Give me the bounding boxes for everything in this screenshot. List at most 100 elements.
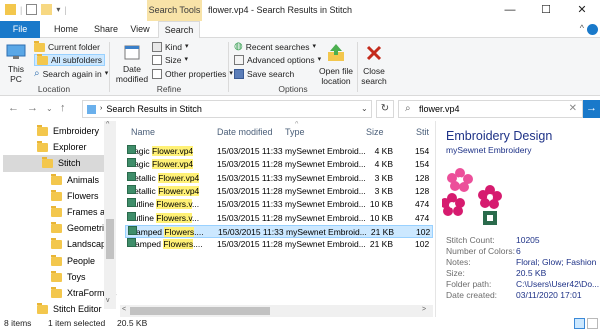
ribbon: This PC Current folder All subfolders ⌕ … [0, 38, 600, 96]
nav-item[interactable]: Stitch [3, 155, 104, 173]
file-stitches: 474 [415, 212, 430, 223]
tab-view[interactable]: View [126, 21, 154, 38]
table-row[interactable]: Magic Flower.vp4 15/03/2015 11:28 mySewnet… [125, 158, 433, 171]
detail-value[interactable]: 6 [516, 246, 521, 257]
embroidery-file-icon [127, 211, 136, 221]
details-view-icon[interactable] [574, 318, 585, 329]
minimize-icon[interactable]: — [492, 0, 528, 21]
search-again-button[interactable]: ⌕ Search again in ▾ [34, 68, 108, 80]
file-size: 10 KB [369, 199, 393, 210]
forward-arrow-icon[interactable]: → [27, 102, 38, 114]
search-go-arrow-icon[interactable]: → [583, 100, 600, 118]
embroidery-file-icon [128, 225, 137, 235]
column-header-type[interactable]: Type [285, 127, 305, 137]
close-search-button[interactable]: Close search [360, 44, 388, 86]
open-file-location-button[interactable]: Open file location [316, 44, 356, 86]
kind-label: Kind [165, 42, 183, 52]
file-stitches: 128 [415, 185, 430, 196]
date-modified-label: Date modified [115, 64, 149, 84]
file-size: 21 KB [370, 226, 394, 237]
scroll-up-icon[interactable]: ^ [106, 121, 109, 128]
new-folder-icon[interactable] [41, 4, 53, 15]
table-row[interactable]: Stamped Flowers.... 15/03/2015 11:28 mySew… [125, 238, 433, 251]
all-subfolders-button[interactable]: All subfolders [34, 53, 106, 66]
detail-value[interactable]: 20.5 KB [516, 268, 546, 279]
collapse-ribbon-icon[interactable]: ^ [580, 23, 584, 33]
help-icon[interactable] [587, 24, 598, 35]
status-bar: 8 items 1 item selected 20.5 KB [0, 317, 600, 330]
refine-group-label: Refine [156, 84, 182, 94]
column-header-date[interactable]: Date modified [217, 127, 273, 137]
tab-file[interactable]: File [0, 21, 40, 38]
computer-icon [6, 44, 26, 59]
save-search-button[interactable]: Save search [234, 68, 294, 80]
recent-locations-icon[interactable]: ⌄ [46, 104, 53, 113]
other-properties-button[interactable]: Other properties ▾ [152, 68, 233, 80]
nav-item[interactable]: Toys [51, 269, 86, 286]
properties-icon[interactable] [26, 4, 38, 15]
scroll-left-icon[interactable]: < [122, 306, 126, 313]
folder-icon [51, 173, 62, 185]
table-row[interactable]: Metallic Flower.vp4 15/03/2015 11:28 mySew… [125, 184, 433, 198]
folder-icon [37, 125, 48, 136]
recent-searches-button[interactable]: ◍ Recent searches ▾ [234, 41, 316, 53]
table-row[interactable]: Stamped Flowers.... 15/03/2015 11:33 mySew… [125, 224, 433, 238]
nav-item[interactable]: Geometric [51, 220, 109, 237]
chevron-down-icon: ▾ [104, 70, 109, 77]
qat-customize-icon[interactable]: ▾ [56, 5, 60, 14]
horizontal-scrollbar[interactable]: < > [120, 305, 433, 317]
column-header-name[interactable]: Name [131, 127, 155, 137]
nav-item[interactable]: Flowers [51, 188, 99, 205]
address-bar[interactable]: › Search Results in Stitch [82, 100, 372, 118]
up-arrow-icon[interactable]: ↑ [60, 102, 66, 114]
size-button[interactable]: Size ▾ [152, 54, 188, 66]
this-pc-button[interactable]: This PC [3, 44, 29, 84]
scroll-thumb[interactable] [106, 219, 114, 259]
window-title: flower.vp4 - Search Results in Stitch [208, 5, 353, 15]
file-name-suffix: .... [193, 239, 203, 250]
column-header-stitches[interactable]: Stit [416, 127, 429, 137]
file-name: Outline Flowers.v... [127, 198, 215, 211]
table-row[interactable]: Magic Flower.vp4 15/03/2015 11:33 mySewnet… [125, 145, 433, 158]
chevron-down-icon[interactable]: ⌄ [361, 104, 368, 113]
nav-scrollbar[interactable]: ^ v [104, 121, 116, 309]
detail-value[interactable]: Floral; Glow; Fashion [516, 257, 596, 268]
nav-item[interactable]: Animals [51, 172, 99, 189]
quick-access-toolbar: | ▾ | [5, 4, 67, 15]
detail-value[interactable]: 10205 [516, 235, 540, 246]
nav-item[interactable]: People [51, 253, 95, 270]
large-icons-view-icon[interactable] [587, 318, 598, 329]
nav-item[interactable]: Embroidery [37, 123, 99, 140]
nav-item[interactable]: Stitch Editor [37, 301, 102, 317]
nav-item-label: Stitch Editor [53, 304, 102, 315]
date-modified-button[interactable]: Date modified [114, 44, 150, 84]
scroll-thumb[interactable] [130, 307, 270, 315]
search-input[interactable]: ⌕ flower.vp4 ✕ [398, 100, 583, 118]
clear-search-icon[interactable]: ✕ [569, 101, 577, 117]
detail-value[interactable]: 03/11/2020 17:01 [516, 290, 582, 301]
file-type: mySewnet Embroid... [285, 159, 366, 170]
back-arrow-icon[interactable]: ← [8, 102, 19, 114]
column-header-size[interactable]: Size [366, 127, 384, 137]
tab-home[interactable]: Home [47, 21, 85, 38]
file-date: 15/03/2015 11:28 [217, 159, 283, 170]
current-folder-button[interactable]: Current folder [34, 40, 100, 53]
breadcrumb[interactable]: Search Results in Stitch [106, 101, 202, 117]
kind-button[interactable]: Kind ▾ [152, 41, 189, 53]
detail-value[interactable]: C:\Users\User42\Do... [516, 279, 599, 290]
refresh-icon[interactable]: ↻ [376, 100, 394, 118]
table-row[interactable]: Outline Flowers.v... 15/03/2015 11:33 mySe… [125, 198, 433, 211]
kind-icon [152, 42, 162, 52]
table-row[interactable]: Outline Flowers.v... 15/03/2015 11:28 mySe… [125, 211, 433, 225]
scroll-down-icon[interactable]: v [106, 297, 110, 304]
tab-share[interactable]: Share [88, 21, 124, 38]
embroidery-preview-thumbnail [442, 168, 502, 225]
table-row[interactable]: Metallic Flower.vp4 15/03/2015 11:33 mySew… [125, 171, 433, 185]
nav-item[interactable]: Explorer [37, 139, 87, 156]
options-group-label: Options [278, 84, 308, 94]
advanced-options-button[interactable]: Advanced options ▾ [234, 54, 321, 66]
maximize-icon[interactable]: ☐ [528, 0, 564, 21]
close-icon[interactable]: ✕ [564, 0, 600, 21]
scroll-right-icon[interactable]: > [422, 306, 426, 313]
tab-search[interactable]: Search [158, 21, 200, 39]
